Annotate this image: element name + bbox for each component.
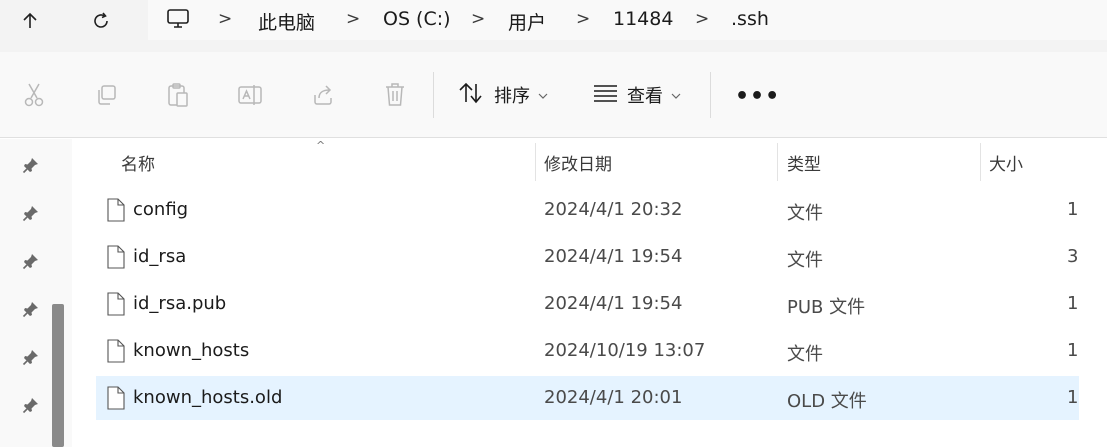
file-type: 文件: [787, 344, 823, 365]
chevron-down-icon: [671, 89, 681, 102]
file-icon: [107, 292, 125, 316]
sort-icon: [458, 82, 486, 109]
breadcrumb-separator: >: [695, 9, 710, 29]
sort-label: 排序: [494, 86, 530, 107]
breadcrumb-users[interactable]: 用户: [508, 8, 546, 35]
toolbar-divider: [433, 72, 434, 118]
file-icon: [107, 245, 125, 269]
cut-icon[interactable]: [21, 82, 47, 108]
breadcrumb-separator: >: [471, 9, 486, 29]
breadcrumb-separator: >: [218, 9, 233, 29]
file-modified: 2024/4/1 19:54: [544, 246, 683, 267]
file-row[interactable]: id_rsa 2024/4/1 19:54 文件 3: [96, 235, 1079, 279]
address-bar: > 此电脑 > OS (C:) > 用户 > 11484 > .ssh: [0, 0, 1107, 52]
file-size: 1: [1067, 293, 1079, 314]
breadcrumb-separator: >: [346, 9, 361, 29]
view-button[interactable]: 查看: [593, 80, 681, 110]
file-type: OLD 文件: [787, 391, 867, 412]
toolbar-divider: [710, 72, 711, 118]
file-icon: [107, 386, 125, 410]
file-type: PUB 文件: [787, 297, 866, 318]
file-name: id_rsa.pub: [133, 293, 227, 314]
column-header-size[interactable]: 大小: [989, 150, 1023, 175]
file-icon: [107, 198, 125, 222]
file-modified: 2024/4/1 20:32: [544, 199, 683, 220]
sort-button[interactable]: 排序: [458, 80, 548, 110]
more-options-button[interactable]: •••: [735, 84, 780, 109]
rename-icon[interactable]: [237, 82, 263, 108]
pin-icon[interactable]: [22, 252, 40, 270]
file-modified: 2024/4/1 20:01: [544, 387, 683, 408]
breadcrumb-drive-c[interactable]: OS (C:): [383, 8, 451, 30]
file-row[interactable]: known_hosts 2024/10/19 13:07 文件 1: [96, 329, 1079, 373]
chevron-down-icon: [538, 89, 548, 102]
column-header-name[interactable]: 名称: [121, 150, 155, 175]
command-bar: 排序 查看 •••: [0, 52, 1107, 138]
file-name: id_rsa: [133, 246, 187, 267]
pin-icon[interactable]: [22, 156, 40, 174]
view-label: 查看: [627, 86, 663, 107]
file-modified: 2024/10/19 13:07: [544, 340, 706, 361]
breadcrumb-ssh[interactable]: .ssh: [731, 8, 769, 30]
breadcrumb[interactable]: > 此电脑 > OS (C:) > 用户 > 11484 > .ssh: [148, 0, 1107, 40]
nav-scrollbar[interactable]: [52, 304, 64, 447]
breadcrumb-user-11484[interactable]: 11484: [613, 8, 673, 30]
column-divider[interactable]: [777, 143, 778, 181]
column-header-row: ^ 名称 修改日期 类型 大小: [73, 139, 1107, 181]
breadcrumb-this-pc[interactable]: 此电脑: [258, 8, 315, 35]
refresh-icon[interactable]: [81, 4, 121, 38]
pin-icon[interactable]: [22, 396, 40, 414]
column-header-type[interactable]: 类型: [787, 150, 821, 175]
file-list: ^ 名称 修改日期 类型 大小 config 2024/4/1 20:32 文件…: [73, 139, 1107, 447]
pin-icon[interactable]: [22, 348, 40, 366]
file-row[interactable]: config 2024/4/1 20:32 文件 1: [96, 188, 1079, 232]
arrow-up-icon[interactable]: [10, 4, 50, 38]
file-size: 1: [1067, 387, 1079, 408]
breadcrumb-separator: >: [576, 9, 591, 29]
file-row[interactable]: id_rsa.pub 2024/4/1 19:54 PUB 文件 1: [96, 282, 1079, 326]
file-modified: 2024/4/1 19:54: [544, 293, 683, 314]
column-divider[interactable]: [535, 143, 536, 181]
column-divider[interactable]: [980, 143, 981, 181]
file-name: known_hosts: [133, 340, 250, 361]
computer-icon[interactable]: [166, 8, 190, 35]
column-header-modified[interactable]: 修改日期: [544, 150, 612, 175]
sort-ascending-icon: ^: [316, 139, 326, 152]
file-size: 3: [1067, 246, 1079, 267]
file-size: 1: [1067, 199, 1079, 220]
paste-icon[interactable]: [165, 82, 191, 108]
file-icon: [107, 339, 125, 363]
delete-icon[interactable]: [382, 82, 408, 108]
file-size: 1: [1067, 340, 1079, 361]
pin-icon[interactable]: [22, 204, 40, 222]
file-name: known_hosts.old: [133, 387, 283, 408]
file-type: 文件: [787, 203, 823, 224]
file-row-selected[interactable]: known_hosts.old 2024/4/1 20:01 OLD 文件 1: [96, 376, 1079, 420]
share-icon[interactable]: [310, 82, 336, 108]
pin-icon[interactable]: [22, 300, 40, 318]
file-name: config: [133, 199, 189, 220]
copy-icon[interactable]: [93, 82, 119, 108]
file-type: 文件: [787, 250, 823, 271]
view-list-icon: [593, 83, 619, 108]
